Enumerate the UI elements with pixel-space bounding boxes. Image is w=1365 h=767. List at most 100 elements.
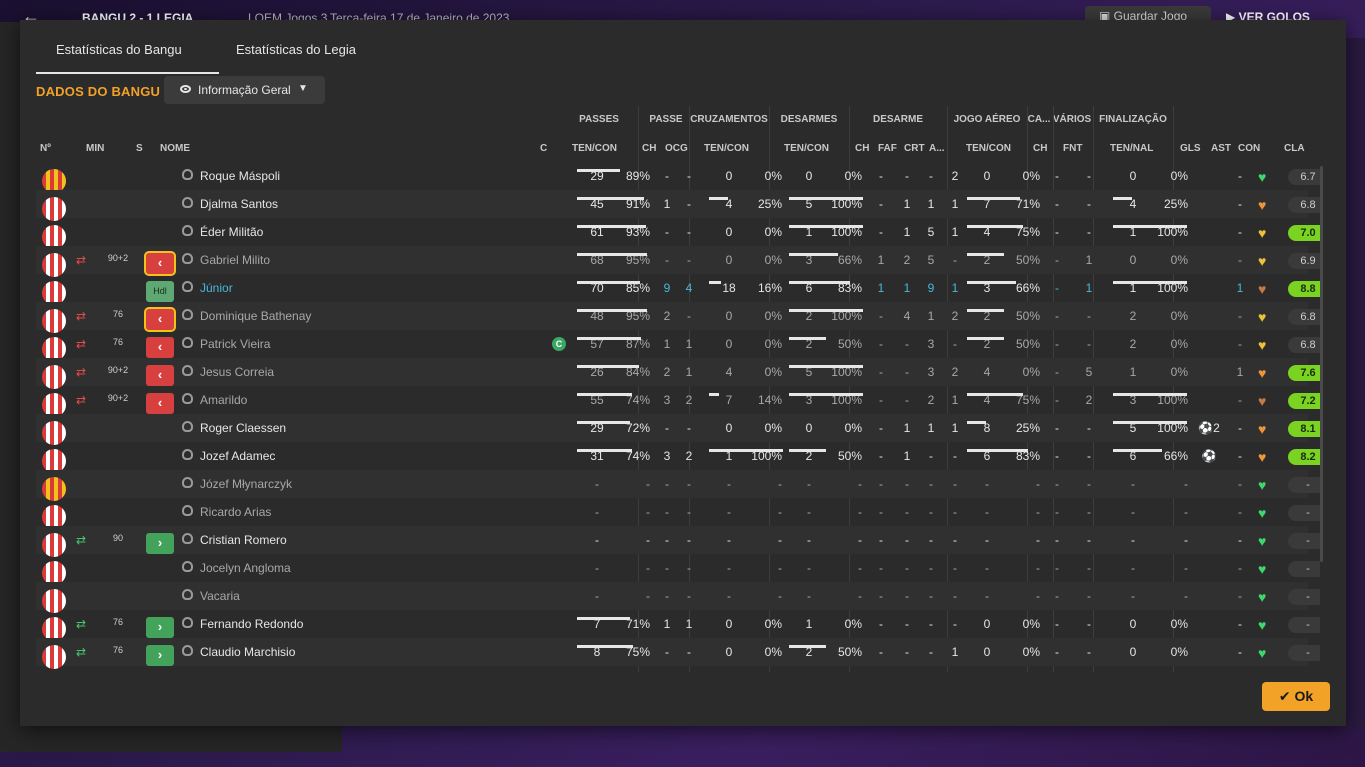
player-name[interactable]: Ricardo Arias (200, 505, 271, 519)
table-row[interactable]: Ricardo Arias - - - - - - - - - - - - - - - - - - - ♥ - (36, 498, 1320, 529)
table-row[interactable]: ⇄ 76 › Claudio Marchisio 8 75% - -0 0% 2 50% - - -1 0 0… (36, 638, 1320, 669)
col-fnt[interactable]: FNT (1063, 143, 1082, 154)
sub-minute: 90 (112, 533, 123, 543)
player-name[interactable]: Jesus Correia (200, 365, 274, 379)
table-row[interactable]: ⇄ 76 ‹ Dominique Bathenay 48 95% 2-0 0% 2 100% -4 1… (36, 302, 1320, 333)
passes-attempted: - (595, 533, 599, 547)
substituted-out-badge: ‹ (146, 365, 174, 386)
player-name[interactable]: Vacaria (200, 589, 240, 603)
col-passe-ocg[interactable]: OCG (665, 143, 688, 154)
shots: - (1131, 505, 1135, 519)
table-row[interactable]: ⇄ 76 › Fernando Redondo 7 71% 1 1 0 0% 1 0% - - - -0 0% -… (36, 610, 1320, 641)
player-name[interactable]: Jocelyn Angloma (200, 561, 291, 575)
tackle-a: - (953, 533, 957, 547)
assists: - (1238, 505, 1242, 519)
view-select-dropdown[interactable]: Informação Geral ▼ (164, 76, 325, 104)
key-passes: 1 (663, 337, 671, 351)
col-desarme-a[interactable]: A... (929, 143, 945, 154)
col-name[interactable]: NOME (160, 143, 190, 154)
tackle-crt: - (929, 477, 933, 491)
col-rating[interactable]: CLA (1284, 143, 1305, 154)
col-ca-ch[interactable]: CH (1033, 143, 1047, 154)
table-row[interactable]: Roger Claessen 29 72% - -0 0% 0 0% -1 1 1 8 25% - -5 10… (36, 414, 1320, 445)
group-passes: PASSES (579, 114, 619, 125)
shots: - (1131, 533, 1135, 547)
fouls: - (1087, 533, 1091, 547)
player-name[interactable]: Fernando Redondo (200, 617, 303, 631)
player-name[interactable]: Amarildo (200, 393, 247, 407)
person-icon (182, 449, 193, 460)
table-row[interactable]: ⇄ 90+2 ‹ Amarildo 55 74% 3 2 7 14% 3 100% - -2 1 4 75% -2… (36, 386, 1320, 417)
crosses-percent: 0% (764, 253, 782, 267)
tackle-ch: - (879, 477, 883, 491)
ca-ch: - (1055, 589, 1059, 603)
table-row[interactable]: Józef Młynarczyk - - - - - - - - - - - - - - - - - - - ♥ - (36, 470, 1320, 501)
kit-shirt-icon (42, 645, 66, 669)
table-row[interactable]: Éder Militão 61 93% - -0 0% 1 100% -1 5 1 4 75% - -1 10… (36, 218, 1320, 249)
headers-percent: 25% (1015, 421, 1040, 435)
player-name[interactable]: Józef Młynarczyk (200, 477, 292, 491)
table-row[interactable]: ⇄ 90+2 ‹ Gabriel Milito 68 95% - -0 0% 3 66% 1 2 5-2 5… (36, 246, 1320, 277)
players-table[interactable]: Roque Máspoli 29 89% - -0 0% 0 0% - - -2 0 0% - -0 0% - ♥… (36, 162, 1320, 672)
table-row[interactable]: Jozef Adamec 31 74% 3 2 1 100% 2 50% -1- -6 83% - -6 6… (36, 442, 1320, 473)
col-cruzamentos[interactable]: TEN/CON (704, 143, 749, 154)
stat-bar (789, 393, 863, 396)
table-row[interactable]: Djalma Santos 45 91% 1-4 25% 5 100% -1 1 1 7 71% - -4… (36, 190, 1320, 221)
col-passe-ch[interactable]: CH (642, 143, 656, 154)
player-name[interactable]: Júnior (200, 281, 233, 295)
crosses-percent: 0% (764, 365, 782, 379)
col-jogo-aereo[interactable]: TEN/CON (966, 143, 1011, 154)
col-captain[interactable]: C (540, 143, 547, 154)
stat-bar (789, 365, 863, 368)
player-name[interactable]: Jozef Adamec (200, 449, 275, 463)
player-name[interactable]: Cristian Romero (200, 533, 287, 547)
col-finalizacao[interactable]: TEN/NAL (1110, 143, 1153, 154)
table-row[interactable]: Jocelyn Angloma - - - - - - - - - - - - - - - - - - - ♥ - (36, 554, 1320, 585)
table-row[interactable]: ⇄ 76 ‹ Patrick Vieira C 57 87% 1 1 0 0% 2 50% - -3-2 50… (36, 330, 1320, 361)
col-number[interactable]: Nº (40, 143, 51, 154)
ok-button[interactable]: ✔ Ok (1262, 682, 1330, 711)
key-passes: 3 (663, 393, 671, 407)
table-row[interactable]: Vacaria - - - - - - - - - - - - - - - - - - - ♥ - (36, 582, 1320, 613)
table-row[interactable]: ⇄ 90+2 ‹ Jesus Correia 26 84% 2 1 4 0% 5 100% - -3 2 4 0… (36, 358, 1320, 389)
crosses-percent: 14% (757, 393, 782, 407)
col-desarme-crt[interactable]: CRT (904, 143, 925, 154)
player-name[interactable]: Dominique Bathenay (200, 309, 311, 323)
col-minute[interactable]: MIN (86, 143, 104, 154)
table-row[interactable]: ⇄ 90 › Cristian Romero - - - - - - - - - - - - - - - - - - - ♥ - (36, 526, 1320, 557)
tackles-attempted: - (807, 533, 811, 547)
heart-icon: ♥ (1258, 169, 1267, 185)
ca-ch: - (1055, 617, 1059, 631)
player-name[interactable]: Gabriel Milito (200, 253, 270, 267)
table-row[interactable]: Hdl Júnior 70 85% 9 4 18 16% 6 83% 1 1 9 1 3 66% -1 1 100%… (36, 274, 1320, 305)
table-row[interactable]: Roque Máspoli 29 89% - -0 0% 0 0% - - -2 0 0% - -0 0% - ♥… (36, 162, 1320, 193)
headers-attempted: - (985, 561, 989, 575)
tackle-a: - (953, 589, 957, 603)
col-passes[interactable]: TEN/CON (572, 143, 617, 154)
player-name[interactable]: Roger Claessen (200, 421, 286, 435)
tab-home-stats[interactable]: Estatísticas do Bangu (36, 42, 219, 74)
col-condition[interactable]: CON (1238, 143, 1260, 154)
col-status[interactable]: S (136, 143, 143, 154)
col-desarme-faf[interactable]: FAF (878, 143, 897, 154)
stat-bar (967, 449, 1028, 452)
tab-away-stats[interactable]: Estatísticas do Legia (236, 42, 356, 57)
stat-bar (577, 421, 630, 424)
col-assists[interactable]: AST (1211, 143, 1231, 154)
player-name[interactable]: Djalma Santos (200, 197, 278, 211)
player-name[interactable]: Claudio Marchisio (200, 645, 295, 659)
headers-percent: 0% (1022, 645, 1040, 659)
player-name[interactable]: Roque Máspoli (200, 169, 280, 183)
col-desarme-ch[interactable]: CH (855, 143, 869, 154)
col-goals[interactable]: GLS (1180, 143, 1201, 154)
tackle-faf: - (905, 645, 909, 659)
crosses-percent: 0% (764, 225, 782, 239)
table-scrollbar[interactable] (1320, 166, 1323, 562)
fouls: - (1087, 645, 1091, 659)
heart-icon: ♥ (1258, 533, 1267, 549)
player-name[interactable]: Éder Militão (200, 225, 263, 239)
col-desarmes[interactable]: TEN/CON (784, 143, 829, 154)
crosses-attempted: 0 (725, 225, 733, 239)
tackle-faf: 4 (903, 309, 911, 323)
player-name[interactable]: Patrick Vieira (200, 337, 270, 351)
